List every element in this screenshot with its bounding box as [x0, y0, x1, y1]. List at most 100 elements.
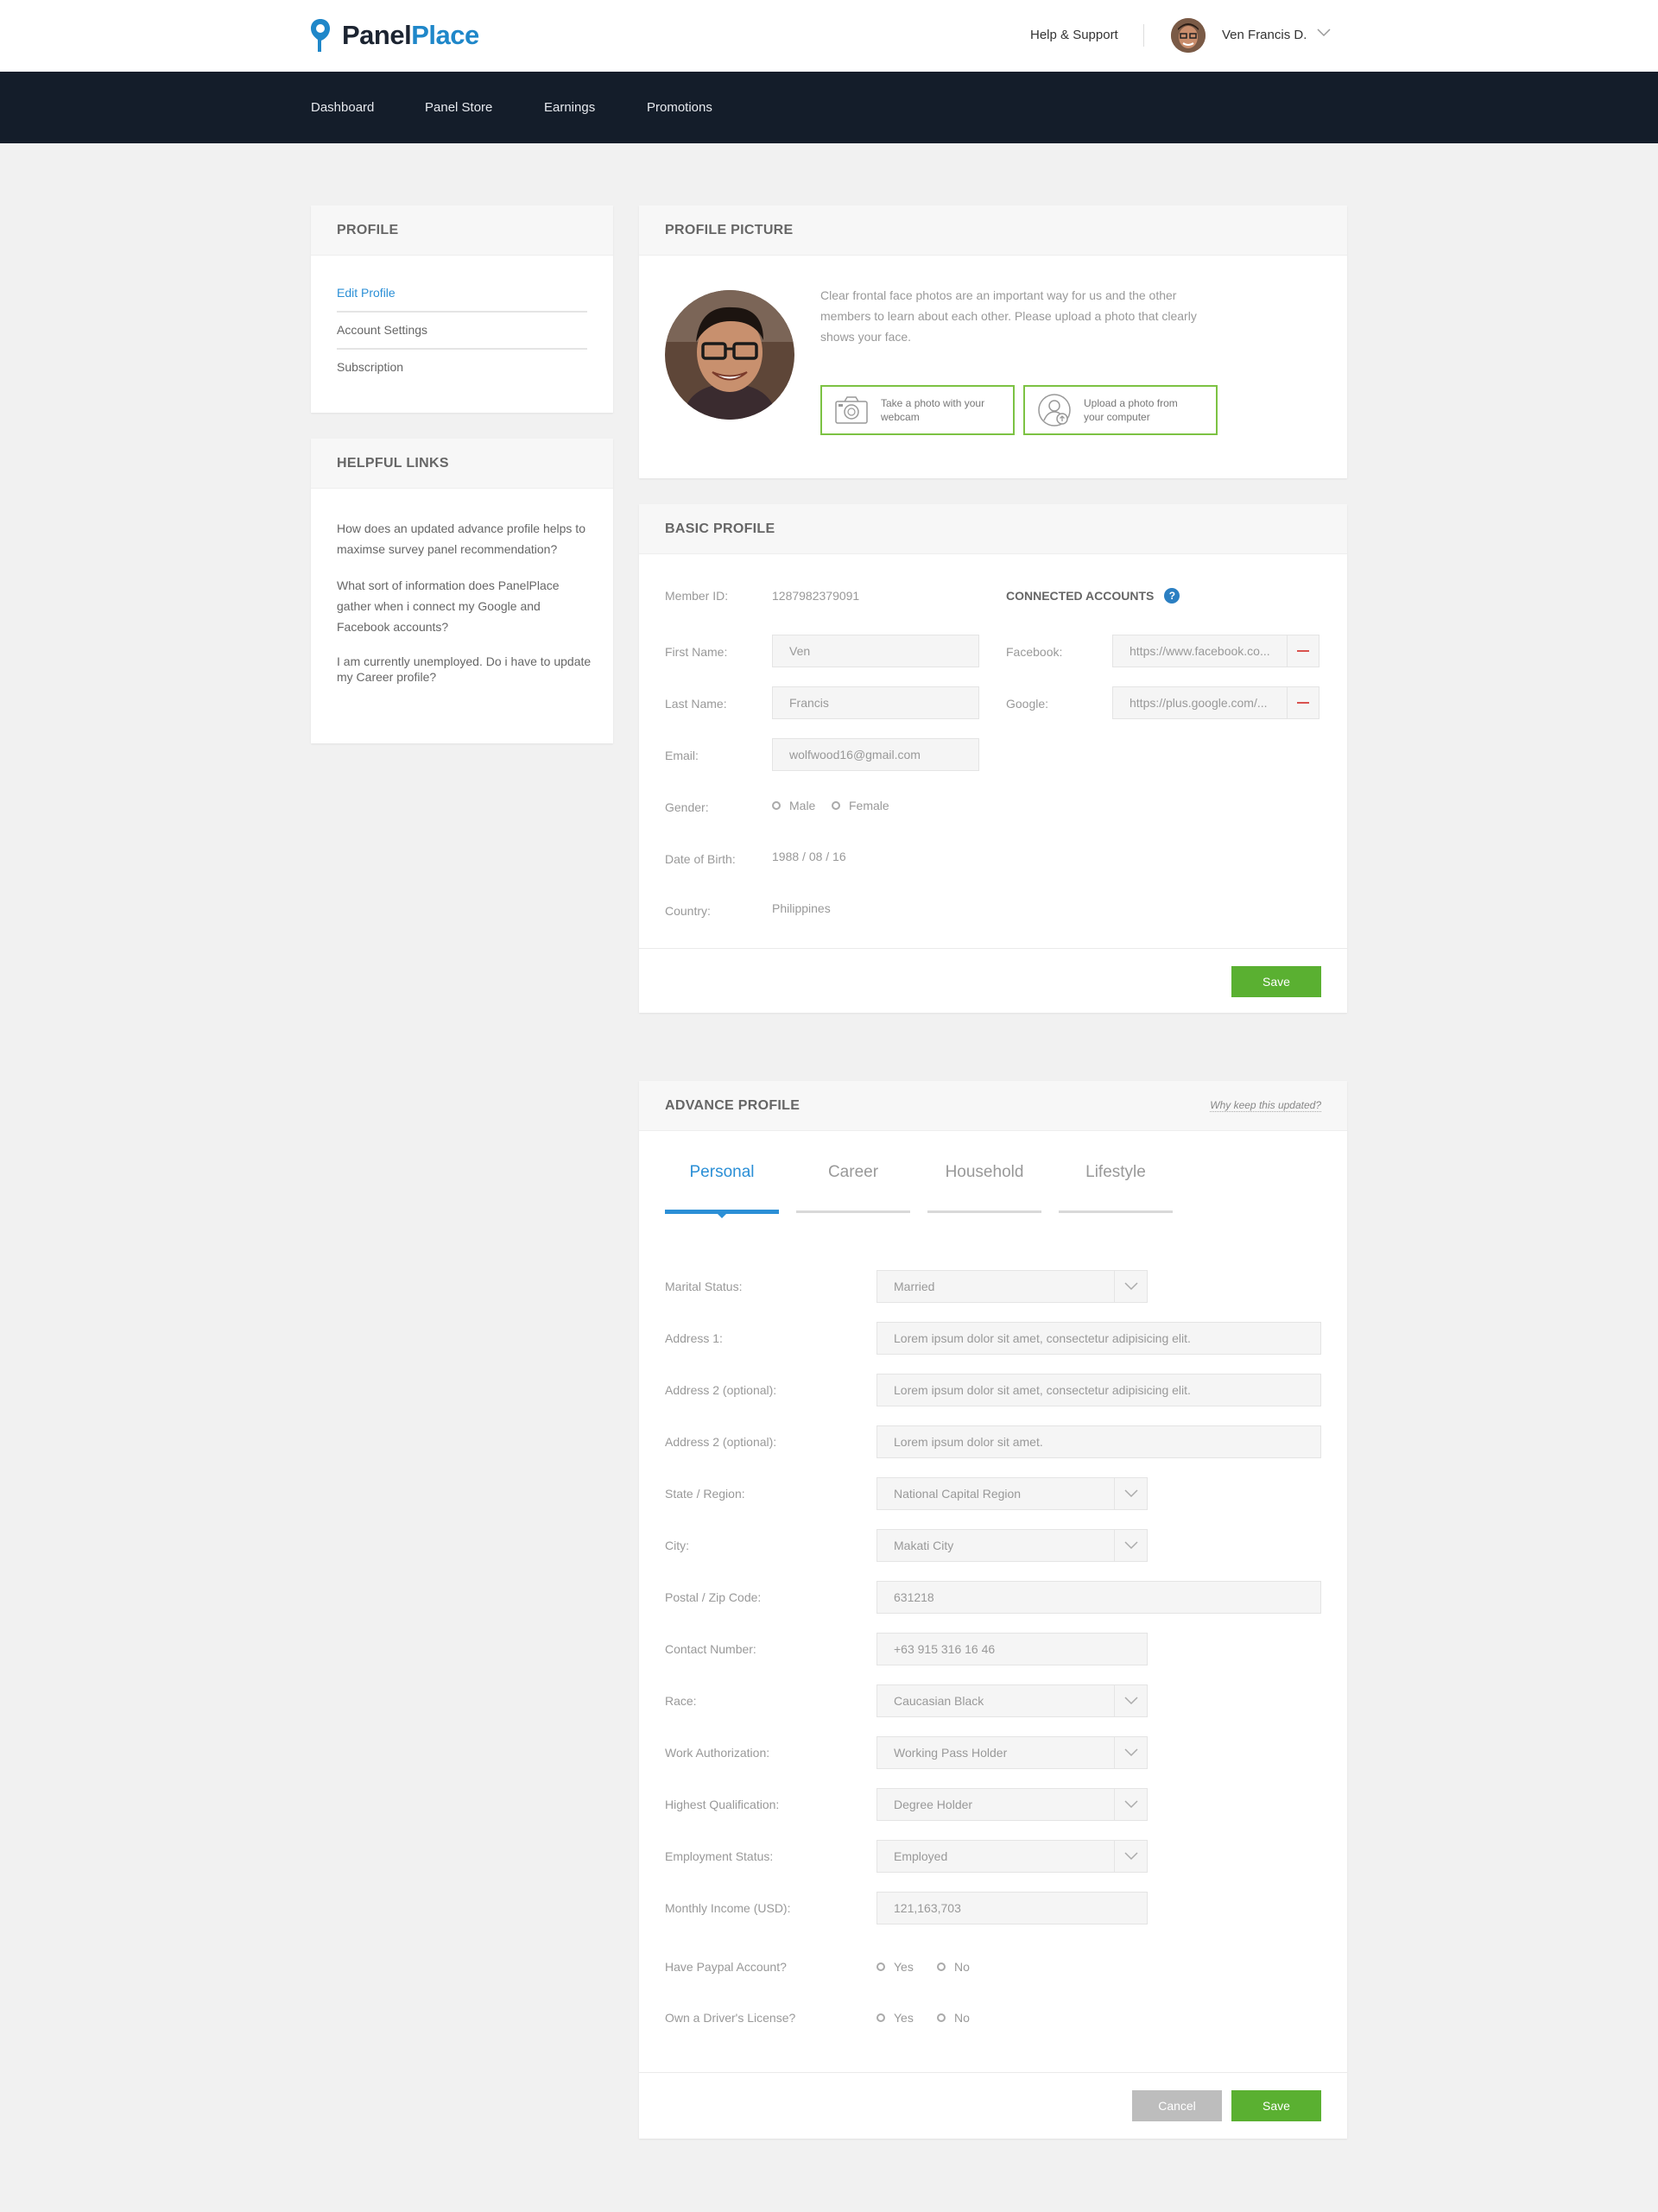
paypal-label: Have Paypal Account?: [665, 1960, 787, 1974]
nav-promotions[interactable]: Promotions: [647, 100, 712, 115]
tab-indicator: [796, 1210, 910, 1213]
divider: [337, 311, 587, 313]
main-nav: Dashboard Panel Store Earnings Promotion…: [0, 72, 1658, 143]
connected-accounts-title: CONNECTED ACCOUNTS: [1006, 589, 1155, 603]
card-title: PROFILE: [337, 222, 399, 237]
email-label: Email:: [665, 749, 699, 762]
email-field[interactable]: wolfwood16@gmail.com: [772, 738, 979, 771]
header-divider: [1143, 24, 1144, 47]
country-value[interactable]: Philippines: [772, 901, 831, 915]
card-header: BASIC PROFILE: [639, 504, 1347, 554]
logo-wordmark: PanelPlace: [342, 20, 479, 50]
income-field[interactable]: 121,163,703: [876, 1892, 1148, 1924]
contact-field[interactable]: +63 915 316 16 46: [876, 1633, 1148, 1665]
remove-facebook-button[interactable]: [1287, 635, 1319, 667]
postal-label: Postal / Zip Code:: [665, 1590, 762, 1604]
helpful-links-card: HELPFUL LINKS How does an updated advanc…: [311, 439, 613, 743]
panelplace-logo[interactable]: PanelPlace: [309, 17, 479, 54]
address3-field[interactable]: Lorem ipsum dolor sit amet.: [876, 1425, 1321, 1458]
tab-indicator: [1059, 1210, 1173, 1213]
help-support-link[interactable]: Help & Support: [1030, 28, 1118, 42]
upload-photo-button[interactable]: Upload a photo from your computer: [1023, 385, 1218, 435]
gender-female-radio[interactable]: Female: [832, 799, 889, 812]
select-value: Caucasian Black: [894, 1694, 984, 1708]
connected-accounts-heading: CONNECTED ACCOUNTS ?: [1006, 588, 1180, 604]
employment-select[interactable]: Employed: [876, 1840, 1148, 1873]
sidebar-item-subscription[interactable]: Subscription: [337, 360, 403, 374]
radio-label: Male: [789, 799, 816, 812]
chevron-down-icon: [1114, 1841, 1147, 1872]
google-url-field[interactable]: https://plus.google.com/...: [1112, 686, 1288, 719]
country-label: Country:: [665, 904, 711, 918]
location-pin-icon: [311, 19, 330, 52]
address2-field[interactable]: Lorem ipsum dolor sit amet, consectetur …: [876, 1374, 1321, 1406]
address2-label: Address 2 (optional):: [665, 1383, 777, 1397]
paypal-no-radio[interactable]: No: [937, 1960, 970, 1974]
member-id-label: Member ID:: [665, 589, 729, 603]
nav-earnings[interactable]: Earnings: [544, 100, 595, 115]
marital-status-select[interactable]: Married: [876, 1270, 1148, 1303]
address1-field[interactable]: Lorem ipsum dolor sit amet, consectetur …: [876, 1322, 1321, 1355]
chevron-down-icon[interactable]: [1317, 28, 1331, 37]
qualification-select[interactable]: Degree Holder: [876, 1788, 1148, 1821]
chevron-down-icon: [1114, 1478, 1147, 1509]
avatar[interactable]: [1171, 18, 1206, 53]
tab-household[interactable]: Household: [927, 1163, 1041, 1182]
user-name[interactable]: Ven Francis D.: [1222, 28, 1307, 42]
nav-dashboard[interactable]: Dashboard: [311, 100, 374, 115]
license-yes-radio[interactable]: Yes: [876, 2011, 914, 2025]
top-header: PanelPlace Help & Support Ven Francis D.: [0, 0, 1658, 72]
select-value: National Capital Region: [894, 1487, 1022, 1501]
user-photo-icon: [1171, 18, 1206, 53]
postal-field[interactable]: 631218: [876, 1581, 1321, 1614]
sidebar-item-edit-profile[interactable]: Edit Profile: [337, 286, 396, 300]
save-advance-profile-button[interactable]: Save: [1231, 2090, 1321, 2121]
advance-profile-card: ADVANCE PROFILE Why keep this updated? P…: [639, 1081, 1347, 2139]
dob-value[interactable]: 1988 / 08 / 16: [772, 850, 846, 863]
camera-icon: [835, 396, 868, 424]
upload-button-label: Upload a photo from your computer: [1084, 397, 1178, 423]
remove-google-button[interactable]: [1287, 686, 1319, 719]
select-value: Married: [894, 1280, 935, 1293]
tab-pointer-icon: [718, 1214, 726, 1218]
nav-panel-store[interactable]: Panel Store: [425, 100, 492, 115]
cancel-button[interactable]: Cancel: [1132, 2090, 1222, 2121]
help-link[interactable]: I am currently unemployed. Do i have to …: [337, 654, 596, 685]
select-value: Degree Holder: [894, 1798, 973, 1811]
save-basic-profile-button[interactable]: Save: [1231, 966, 1321, 997]
tab-personal[interactable]: Personal: [665, 1163, 779, 1182]
chevron-down-icon: [1114, 1271, 1147, 1302]
radio-circle-icon: [832, 801, 840, 810]
card-title: HELPFUL LINKS: [337, 455, 449, 471]
card-header: ADVANCE PROFILE Why keep this updated?: [639, 1081, 1347, 1131]
gender-male-radio[interactable]: Male: [772, 799, 815, 812]
facebook-url-field[interactable]: https://www.facebook.co...: [1112, 635, 1288, 667]
race-select[interactable]: Caucasian Black: [876, 1684, 1148, 1717]
sidebar-item-account-settings[interactable]: Account Settings: [337, 323, 427, 337]
address3-label: Address 2 (optional):: [665, 1435, 777, 1449]
state-select[interactable]: National Capital Region: [876, 1477, 1148, 1510]
tab-lifestyle[interactable]: Lifestyle: [1059, 1163, 1173, 1182]
profile-photo: [665, 290, 794, 420]
help-link[interactable]: What sort of information does PanelPlace…: [337, 575, 596, 637]
why-keep-updated-link[interactable]: Why keep this updated?: [1210, 1099, 1321, 1112]
webcam-photo-button[interactable]: Take a photo with your webcam: [820, 385, 1015, 435]
paypal-yes-radio[interactable]: Yes: [876, 1960, 914, 1974]
license-no-radio[interactable]: No: [937, 2011, 970, 2025]
help-question-icon[interactable]: ?: [1164, 588, 1180, 604]
first-name-field[interactable]: Ven: [772, 635, 979, 667]
radio-label: Yes: [894, 2011, 914, 2025]
tab-career[interactable]: Career: [796, 1163, 910, 1182]
radio-circle-icon: [876, 1962, 885, 1971]
help-link[interactable]: How does an updated advance profile help…: [337, 518, 596, 559]
income-label: Monthly Income (USD):: [665, 1901, 791, 1915]
last-name-field[interactable]: Francis: [772, 686, 979, 719]
work-authorization-select[interactable]: Working Pass Holder: [876, 1736, 1148, 1769]
radio-label: Yes: [894, 1960, 914, 1974]
address1-label: Address 1:: [665, 1331, 723, 1345]
city-select[interactable]: Makati City: [876, 1529, 1148, 1562]
city-label: City:: [665, 1539, 689, 1552]
first-name-label: First Name:: [665, 645, 728, 659]
card-title: ADVANCE PROFILE: [665, 1097, 801, 1113]
divider: [639, 2072, 1347, 2073]
